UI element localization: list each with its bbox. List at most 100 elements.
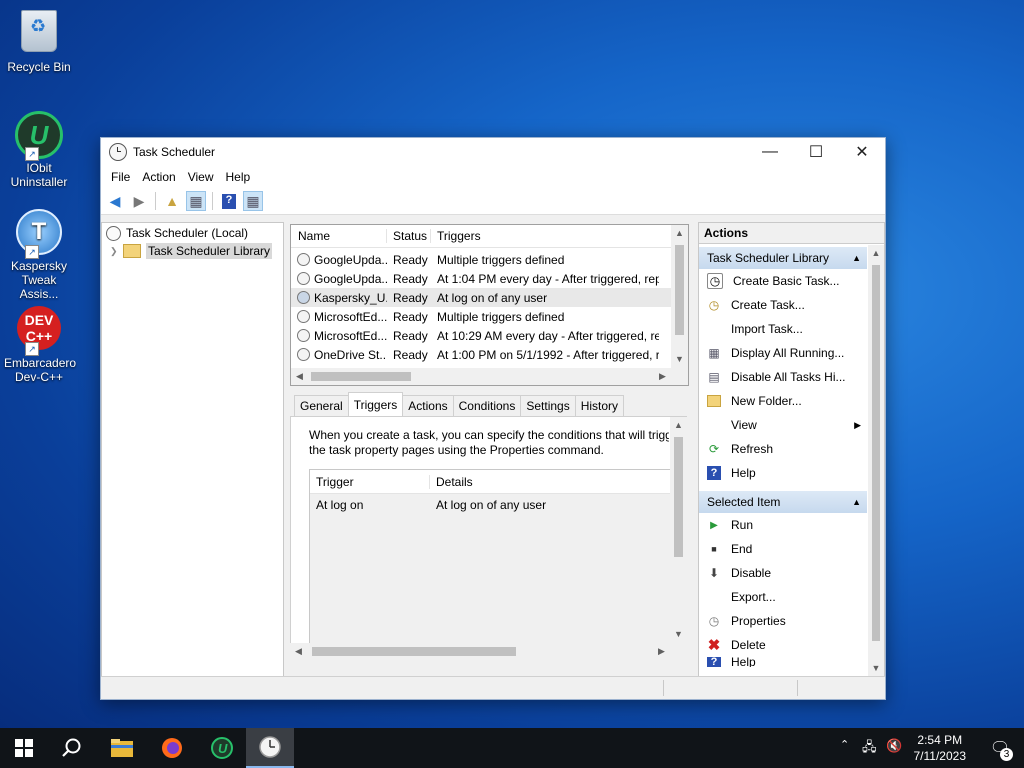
clock[interactable]: 2:54 PM 7/11/2023 [914,732,967,764]
action-help-selected[interactable]: ? Help [699,657,867,667]
up-folder-button[interactable]: ▲ [162,191,182,211]
network-icon[interactable]: 🖧 [862,738,877,760]
search-button[interactable] [48,728,96,768]
desktop-icon-iobit-uninstaller[interactable]: U ↗ IObit Uninstaller [4,108,74,189]
taskbar-iobit-uninstaller[interactable]: U [198,728,246,768]
scroll-up-arrow-icon[interactable]: ▲ [868,245,884,262]
tab-actions[interactable]: Actions [402,395,454,416]
action-label: Run [731,518,754,532]
title-bar[interactable]: Task Scheduler — ☐ ✕ [101,138,885,166]
action-export[interactable]: Export... [699,585,867,609]
column-header-status[interactable]: Status [387,229,431,243]
scroll-up-arrow-icon[interactable]: ▲ [670,417,687,434]
back-button[interactable]: ◀ [105,191,125,211]
taskbar-file-explorer[interactable] [98,728,146,768]
desktop-icon-devcpp[interactable]: DEV C++ ↗ Embarcadero Dev-C++ [4,304,76,384]
close-button[interactable]: ✕ [839,138,885,166]
show-hide-console-tree-button[interactable]: ▦ [186,191,206,211]
menu-help[interactable]: Help [220,170,257,184]
tab-settings[interactable]: Settings [520,395,576,416]
run-icon: ▶ [710,519,718,531]
taskbar-firefox[interactable] [148,728,196,768]
tab-conditions[interactable]: Conditions [452,395,522,416]
table-row[interactable]: OneDrive St... Ready At 1:00 PM on 5/1/1… [291,345,688,364]
minimize-button[interactable]: — [747,138,793,166]
collapse-triangle-icon[interactable]: ▲ [852,247,861,269]
detail-vertical-scrollbar[interactable]: ▲ ▼ [670,417,687,643]
action-label: View [731,418,757,432]
scroll-thumb[interactable] [675,245,684,335]
disable-history-icon: ▤ [708,370,720,384]
detail-horizontal-scrollbar[interactable]: ◀ ▶ [290,643,687,660]
scroll-thumb[interactable] [312,647,516,656]
action-display-all-running[interactable]: ▦ Display All Running... [699,341,867,365]
table-row[interactable]: MicrosoftEd... Ready Multiple triggers d… [291,307,688,326]
action-disable-all-history[interactable]: ▤ Disable All Tasks Hi... [699,365,867,389]
actions-section-selected-item[interactable]: Selected Item ▲ [699,491,867,513]
maximize-button[interactable]: ☐ [793,138,839,166]
desktop-icon-recycle-bin[interactable]: Recycle Bin [4,6,74,74]
menu-view[interactable]: View [182,170,220,184]
scroll-thumb[interactable] [872,265,880,641]
task-name: MicrosoftEd... [314,328,387,343]
action-create-basic-task[interactable]: ◷ Create Basic Task... [699,269,867,293]
volume-muted-icon[interactable]: 🔇 [886,738,902,754]
column-header-trigger[interactable]: Trigger [310,474,430,489]
action-help[interactable]: ? Help [699,461,867,485]
desktop-icon-kaspersky-tweak[interactable]: T ↗ Kaspersky Tweak Assis... [4,206,74,301]
show-hide-action-pane-button[interactable]: ▦ [243,191,263,211]
expand-chevron-icon[interactable]: ❯ [110,246,123,257]
table-row-selected[interactable]: Kaspersky_U... Ready At log on of any us… [291,288,688,307]
scroll-thumb[interactable] [674,437,683,557]
task-name: Kaspersky_U... [314,290,387,305]
action-create-task[interactable]: ◷ Create Task... [699,293,867,317]
action-import-task[interactable]: Import Task... [699,317,867,341]
tab-general[interactable]: General [294,395,349,416]
task-name: GoogleUpda... [314,271,387,286]
start-button[interactable] [0,728,48,768]
scroll-down-arrow-icon[interactable]: ▼ [670,626,687,643]
scroll-thumb[interactable] [311,372,411,381]
scroll-left-arrow-icon[interactable]: ◀ [290,643,307,660]
scroll-down-arrow-icon[interactable]: ▼ [671,351,688,368]
help-toolbar-button[interactable]: ? [219,191,239,211]
scroll-left-arrow-icon[interactable]: ◀ [291,368,308,385]
tab-triggers[interactable]: Triggers [347,392,404,416]
table-row[interactable]: GoogleUpda... Ready At 1:04 PM every day… [291,269,688,288]
notifications-button[interactable]: 🗨 3 [976,728,1024,768]
action-new-folder[interactable]: New Folder... [699,389,867,413]
tree-node-label: Task Scheduler Library [146,243,273,259]
scroll-up-arrow-icon[interactable]: ▲ [671,225,688,242]
actions-vertical-scrollbar[interactable]: ▲ ▼ [868,245,884,677]
action-properties[interactable]: ◷ Properties [699,609,867,633]
column-header-name[interactable]: Name [291,229,387,243]
action-run[interactable]: ▶ Run [699,513,867,537]
scroll-right-arrow-icon[interactable]: ▶ [653,643,670,660]
tree-node-root[interactable]: Task Scheduler (Local) [102,224,283,242]
task-list-horizontal-scrollbar[interactable]: ◀ ▶ [291,368,688,385]
task-status: Ready [393,271,428,286]
tab-history[interactable]: History [574,395,625,416]
action-refresh[interactable]: ⟳ Refresh [699,437,867,461]
tree-node-library[interactable]: ❯ Task Scheduler Library [102,242,283,260]
action-view[interactable]: View ▶ [699,413,867,437]
scroll-right-arrow-icon[interactable]: ▶ [654,368,671,385]
action-delete[interactable]: ✖ Delete [699,633,867,657]
task-list-vertical-scrollbar[interactable]: ▲ ▼ [671,225,688,368]
action-end[interactable]: ■ End [699,537,867,561]
actions-section-library[interactable]: Task Scheduler Library ▲ [699,247,867,269]
table-row[interactable]: At log on At log on of any user [310,495,670,515]
column-header-triggers[interactable]: Triggers [431,229,659,243]
menu-file[interactable]: File [105,170,136,184]
table-row[interactable]: GoogleUpda... Ready Multiple triggers de… [291,250,688,269]
forward-button[interactable]: ▶ [129,191,149,211]
menu-action[interactable]: Action [136,170,181,184]
column-header-details[interactable]: Details [430,475,473,489]
scroll-down-arrow-icon[interactable]: ▼ [868,660,884,677]
collapse-triangle-icon[interactable]: ▲ [852,491,861,513]
show-hidden-icons-chevron-icon[interactable]: ⌃ [840,738,849,751]
clock-time: 2:54 PM [917,733,963,747]
table-row[interactable]: MicrosoftEd... Ready At 10:29 AM every d… [291,326,688,345]
taskbar-task-scheduler[interactable] [246,728,294,768]
action-disable[interactable]: ⬇ Disable [699,561,867,585]
